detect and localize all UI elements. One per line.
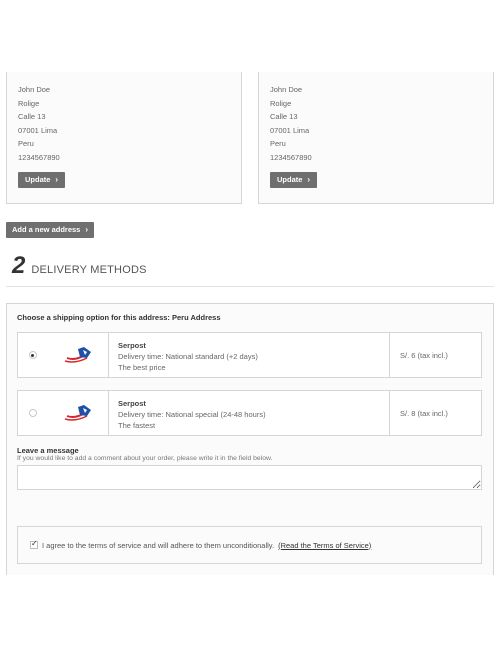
address-company: Rolige (270, 98, 292, 108)
address-company: Rolige (18, 98, 40, 108)
address-street: Calle 13 (18, 112, 46, 121)
delivery-note: The fastest (118, 421, 156, 430)
terms-box: I agree to the terms of service and will… (17, 526, 482, 564)
leave-message-hint: If you would like to add a comment about… (17, 455, 273, 462)
delivery-option[interactable]: Serpost Delivery time: National special … (17, 390, 482, 436)
address-phone: 1234567890 (270, 152, 312, 162)
carrier-name: Serpost (118, 341, 146, 350)
carrier-name: Serpost (118, 399, 146, 408)
carrier-logo-cell (47, 333, 109, 377)
terms-link[interactable]: (Read the Terms of Service) (278, 541, 371, 550)
delivery-price: S/. 8 (tax incl.) (400, 408, 448, 418)
address-lines: John Doe Rolige Calle 13 07001 Lima Peru… (270, 83, 312, 164)
update-address-button[interactable]: Update › (270, 172, 318, 188)
delivery-step-heading: 2 DELIVERY METHODS (12, 254, 147, 278)
address-country: Peru (270, 139, 286, 148)
delivery-option-info: Serpost Delivery time: National special … (109, 391, 390, 435)
delivery-time: Delivery time: National special (24-48 h… (118, 410, 266, 419)
address-name: John Doe (270, 85, 303, 94)
delivery-price: S/. 6 (tax incl.) (400, 350, 448, 360)
chevron-right-icon: › (55, 175, 59, 184)
chevron-right-icon: › (85, 225, 89, 234)
address-lines: John Doe Rolige Calle 13 07001 Lima Peru… (18, 83, 60, 164)
update-button-label: Update (277, 175, 303, 184)
add-new-address-button[interactable]: Add a new address › (6, 222, 95, 238)
carrier-logo-cell (47, 391, 109, 435)
delivery-option-radio[interactable] (28, 351, 37, 359)
delivery-option[interactable]: Serpost Delivery time: National standard… (17, 332, 482, 378)
address-box-2: John Doe Rolige Calle 13 07001 Lima Peru… (258, 72, 494, 204)
address-box-1: John Doe Rolige Calle 13 07001 Lima Peru… (6, 72, 242, 204)
delivery-option-radio[interactable] (28, 409, 37, 417)
heading-divider (6, 286, 494, 287)
delivery-option-info: Serpost Delivery time: National standard… (109, 333, 390, 377)
terms-text: I agree to the terms of service and will… (42, 540, 275, 550)
update-address-button[interactable]: Update › (18, 172, 66, 188)
update-button-label: Update (25, 175, 51, 184)
chevron-right-icon: › (307, 175, 311, 184)
add-address-label: Add a new address (12, 225, 81, 234)
address-name: John Doe (18, 85, 51, 94)
step-title: DELIVERY METHODS (31, 264, 147, 276)
serpost-logo-icon (64, 405, 91, 421)
shipping-option-title: Choose a shipping option for this addres… (17, 313, 221, 322)
shipping-panel: Choose a shipping option for this addres… (6, 303, 494, 575)
terms-checkbox[interactable] (30, 539, 38, 549)
radio-cell[interactable] (18, 391, 47, 435)
radio-cell[interactable] (18, 333, 47, 377)
address-city: 07001 Lima (18, 125, 58, 135)
message-textarea[interactable] (17, 465, 482, 490)
step-number: 2 (12, 252, 26, 279)
delivery-note: The best price (118, 363, 166, 372)
leave-message-label: Leave a message (17, 446, 79, 455)
delivery-time: Delivery time: National standard (+2 day… (118, 352, 258, 361)
address-country: Peru (18, 139, 34, 148)
address-street: Calle 13 (270, 112, 298, 121)
address-phone: 1234567890 (18, 152, 60, 162)
serpost-logo-icon (64, 347, 91, 363)
address-city: 07001 Lima (270, 125, 310, 135)
